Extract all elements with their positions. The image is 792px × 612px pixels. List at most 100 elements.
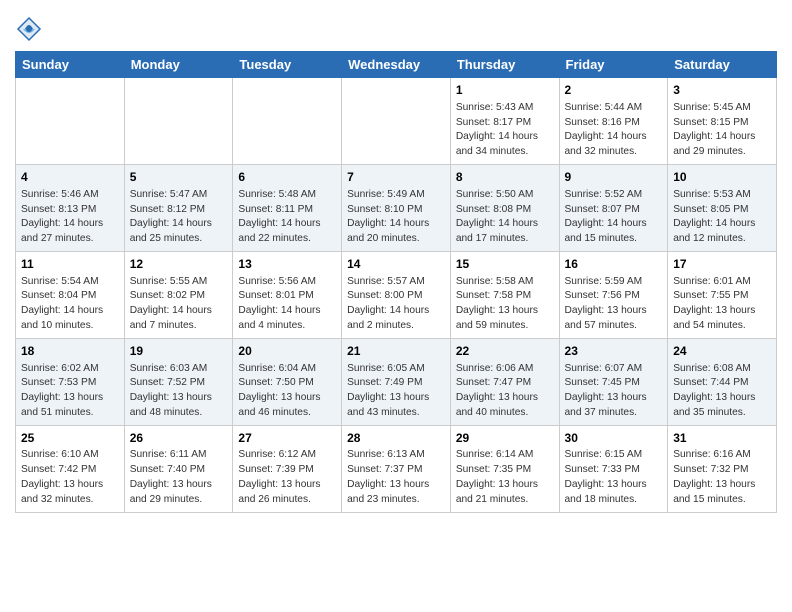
calendar-cell: 2 Sunrise: 5:44 AM Sunset: 8:16 PM Daylig…: [559, 78, 668, 165]
calendar-cell: 10Sunrise: 5:53 AM Sunset: 8:05 PM Dayli…: [668, 164, 777, 251]
day-number: 1: [456, 82, 554, 99]
cell-info: Sunrise: 6:11 AM Sunset: 7:40 PM Dayligh…: [130, 448, 228, 507]
cell-info: Sunrise: 6:15 AM Sunset: 7:33 PM Dayligh…: [565, 448, 663, 507]
week-row-5: 25Sunrise: 6:10 AM Sunset: 7:42 PM Dayli…: [16, 425, 777, 512]
cell-info: Sunrise: 5:44 AM Sunset: 8:16 PM Dayligh…: [565, 101, 663, 160]
cell-info: Sunrise: 6:14 AM Sunset: 7:35 PM Dayligh…: [456, 448, 554, 507]
cell-info: Sunrise: 6:06 AM Sunset: 7:47 PM Dayligh…: [456, 362, 554, 421]
day-number: 2: [565, 82, 663, 99]
calendar-cell: 18 Sunrise: 6:02 AM Sunset: 7:53 PM Dayli…: [16, 338, 125, 425]
calendar-table: SundayMondayTuesdayWednesdayThursdayFrid…: [15, 51, 777, 513]
day-number: 21: [347, 343, 445, 360]
week-row-2: 4 Sunrise: 5:46 AM Sunset: 8:13 PM Daylig…: [16, 164, 777, 251]
calendar-cell: 19 Sunrise: 6:03 AM Sunset: 7:52 PM Dayli…: [124, 338, 233, 425]
day-number: 27: [238, 430, 336, 447]
weekday-header-tuesday: Tuesday: [233, 52, 342, 78]
cell-info: Sunrise: 5:49 AM Sunset: 8:10 PM Dayligh…: [347, 188, 445, 247]
cell-info: Sunrise: 5:50 AM Sunset: 8:08 PM Dayligh…: [456, 188, 554, 247]
cell-info: Sunrise: 5:56 AM Sunset: 8:01 PM Dayligh…: [238, 275, 336, 334]
cell-info: Sunrise: 5:57 AM Sunset: 8:00 PM Dayligh…: [347, 275, 445, 334]
day-number: 12: [130, 256, 228, 273]
cell-info: Sunrise: 6:10 AM Sunset: 7:42 PM Dayligh…: [21, 448, 119, 507]
weekday-header-monday: Monday: [124, 52, 233, 78]
calendar-cell: 1Sunrise: 5:43 AM Sunset: 8:17 PM Daylig…: [450, 78, 559, 165]
cell-info: Sunrise: 6:04 AM Sunset: 7:50 PM Dayligh…: [238, 362, 336, 421]
week-row-3: 11 Sunrise: 5:54 AM Sunset: 8:04 PM Dayli…: [16, 251, 777, 338]
cell-info: Sunrise: 5:54 AM Sunset: 8:04 PM Dayligh…: [21, 275, 119, 334]
weekday-header-friday: Friday: [559, 52, 668, 78]
cell-info: Sunrise: 5:58 AM Sunset: 7:58 PM Dayligh…: [456, 275, 554, 334]
day-number: 9: [565, 169, 663, 186]
cell-info: Sunrise: 5:47 AM Sunset: 8:12 PM Dayligh…: [130, 188, 228, 247]
calendar-cell: 22 Sunrise: 6:06 AM Sunset: 7:47 PM Dayli…: [450, 338, 559, 425]
calendar-cell: 5Sunrise: 5:47 AM Sunset: 8:12 PM Daylig…: [124, 164, 233, 251]
cell-info: Sunrise: 6:08 AM Sunset: 7:44 PM Dayligh…: [673, 362, 771, 421]
cell-info: Sunrise: 5:53 AM Sunset: 8:05 PM Dayligh…: [673, 188, 771, 247]
calendar-cell: 13 Sunrise: 5:56 AM Sunset: 8:01 PM Dayli…: [233, 251, 342, 338]
day-number: 23: [565, 343, 663, 360]
day-number: 7: [347, 169, 445, 186]
calendar-cell: 4 Sunrise: 5:46 AM Sunset: 8:13 PM Daylig…: [16, 164, 125, 251]
logo: [15, 15, 47, 43]
calendar-cell: 6Sunrise: 5:48 AM Sunset: 8:11 PM Daylig…: [233, 164, 342, 251]
calendar-cell: [342, 78, 451, 165]
cell-info: Sunrise: 6:01 AM Sunset: 7:55 PM Dayligh…: [673, 275, 771, 334]
weekday-header-wednesday: Wednesday: [342, 52, 451, 78]
week-row-1: 1Sunrise: 5:43 AM Sunset: 8:17 PM Daylig…: [16, 78, 777, 165]
day-number: 30: [565, 430, 663, 447]
day-number: 29: [456, 430, 554, 447]
cell-info: Sunrise: 5:52 AM Sunset: 8:07 PM Dayligh…: [565, 188, 663, 247]
day-number: 4: [21, 169, 119, 186]
calendar-cell: 30Sunrise: 6:15 AM Sunset: 7:33 PM Dayli…: [559, 425, 668, 512]
weekday-header-thursday: Thursday: [450, 52, 559, 78]
day-number: 19: [130, 343, 228, 360]
cell-info: Sunrise: 5:46 AM Sunset: 8:13 PM Dayligh…: [21, 188, 119, 247]
calendar-cell: 9 Sunrise: 5:52 AM Sunset: 8:07 PM Daylig…: [559, 164, 668, 251]
calendar-cell: 16 Sunrise: 5:59 AM Sunset: 7:56 PM Dayli…: [559, 251, 668, 338]
cell-info: Sunrise: 6:02 AM Sunset: 7:53 PM Dayligh…: [21, 362, 119, 421]
day-number: 20: [238, 343, 336, 360]
day-number: 16: [565, 256, 663, 273]
calendar-cell: 3Sunrise: 5:45 AM Sunset: 8:15 PM Daylig…: [668, 78, 777, 165]
calendar-cell: 27Sunrise: 6:12 AM Sunset: 7:39 PM Dayli…: [233, 425, 342, 512]
cell-info: Sunrise: 5:55 AM Sunset: 8:02 PM Dayligh…: [130, 275, 228, 334]
calendar-cell: [124, 78, 233, 165]
calendar-cell: 8 Sunrise: 5:50 AM Sunset: 8:08 PM Daylig…: [450, 164, 559, 251]
calendar-cell: 15 Sunrise: 5:58 AM Sunset: 7:58 PM Dayli…: [450, 251, 559, 338]
weekday-header-row: SundayMondayTuesdayWednesdayThursdayFrid…: [16, 52, 777, 78]
calendar-cell: 14 Sunrise: 5:57 AM Sunset: 8:00 PM Dayli…: [342, 251, 451, 338]
calendar-cell: 7 Sunrise: 5:49 AM Sunset: 8:10 PM Daylig…: [342, 164, 451, 251]
day-number: 11: [21, 256, 119, 273]
calendar-cell: 26Sunrise: 6:11 AM Sunset: 7:40 PM Dayli…: [124, 425, 233, 512]
day-number: 25: [21, 430, 119, 447]
day-number: 22: [456, 343, 554, 360]
day-number: 8: [456, 169, 554, 186]
calendar-cell: [233, 78, 342, 165]
day-number: 17: [673, 256, 771, 273]
cell-info: Sunrise: 6:07 AM Sunset: 7:45 PM Dayligh…: [565, 362, 663, 421]
cell-info: Sunrise: 6:13 AM Sunset: 7:37 PM Dayligh…: [347, 448, 445, 507]
cell-info: Sunrise: 6:12 AM Sunset: 7:39 PM Dayligh…: [238, 448, 336, 507]
weekday-header-saturday: Saturday: [668, 52, 777, 78]
calendar-cell: 12 Sunrise: 5:55 AM Sunset: 8:02 PM Dayli…: [124, 251, 233, 338]
logo-icon: [15, 15, 43, 43]
calendar-cell: 25Sunrise: 6:10 AM Sunset: 7:42 PM Dayli…: [16, 425, 125, 512]
page-header: [15, 10, 777, 43]
calendar-cell: 24 Sunrise: 6:08 AM Sunset: 7:44 PM Dayli…: [668, 338, 777, 425]
day-number: 15: [456, 256, 554, 273]
calendar-cell: 21 Sunrise: 6:05 AM Sunset: 7:49 PM Dayli…: [342, 338, 451, 425]
cell-info: Sunrise: 6:05 AM Sunset: 7:49 PM Dayligh…: [347, 362, 445, 421]
cell-info: Sunrise: 6:03 AM Sunset: 7:52 PM Dayligh…: [130, 362, 228, 421]
day-number: 31: [673, 430, 771, 447]
day-number: 6: [238, 169, 336, 186]
calendar-cell: 28Sunrise: 6:13 AM Sunset: 7:37 PM Dayli…: [342, 425, 451, 512]
day-number: 28: [347, 430, 445, 447]
cell-info: Sunrise: 5:59 AM Sunset: 7:56 PM Dayligh…: [565, 275, 663, 334]
day-number: 14: [347, 256, 445, 273]
calendar-cell: 11 Sunrise: 5:54 AM Sunset: 8:04 PM Dayli…: [16, 251, 125, 338]
day-number: 18: [21, 343, 119, 360]
day-number: 24: [673, 343, 771, 360]
calendar-cell: [16, 78, 125, 165]
day-number: 13: [238, 256, 336, 273]
week-row-4: 18 Sunrise: 6:02 AM Sunset: 7:53 PM Dayli…: [16, 338, 777, 425]
